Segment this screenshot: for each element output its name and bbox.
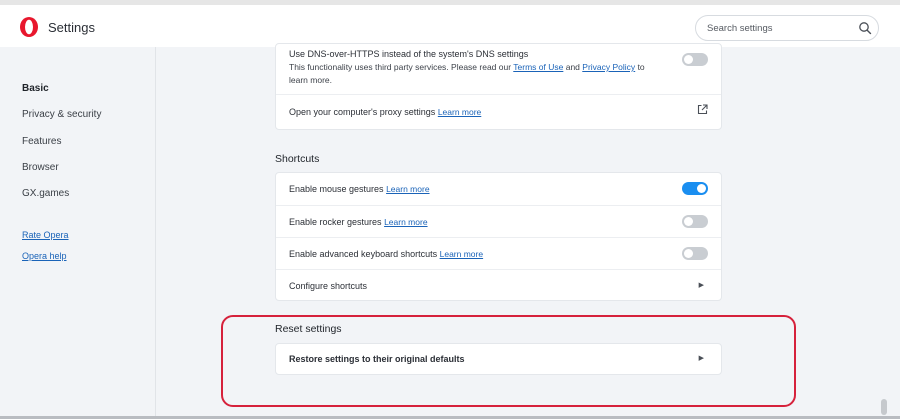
keyboard-shortcuts-text: Enable advanced keyboard shortcuts (289, 249, 438, 259)
rate-opera-link[interactable]: Rate Opera (22, 230, 69, 240)
rocker-gestures-learn-more-link[interactable]: Learn more (384, 217, 427, 227)
dns-over-https-toggle[interactable] (682, 53, 708, 66)
proxy-label: Open your computer's proxy settings Lear… (289, 107, 481, 117)
chevron-right-icon[interactable]: ▶ (699, 281, 704, 289)
dns-title: Use DNS-over-HTTPS instead of the system… (289, 49, 529, 59)
sidebar-item-privacy-security[interactable]: Privacy & security (22, 109, 101, 120)
search-input[interactable] (707, 21, 847, 35)
terms-of-use-link[interactable]: Terms of Use (513, 62, 563, 72)
toggle-knob (697, 184, 706, 193)
configure-shortcuts-label: Configure shortcuts (289, 281, 368, 291)
toggle-knob (684, 217, 693, 226)
mouse-gestures-label: Enable mouse gestures Learn more (289, 184, 430, 194)
keyboard-shortcuts-label: Enable advanced keyboard shortcuts Learn… (289, 249, 483, 259)
sidebar-item-gx-games[interactable]: GX.games (22, 188, 69, 199)
network-card: Use DNS-over-HTTPS instead of the system… (275, 43, 722, 130)
search-box[interactable] (695, 15, 879, 41)
proxy-label-text: Open your computer's proxy settings (289, 107, 436, 117)
rocker-gestures-label: Enable rocker gestures Learn more (289, 217, 428, 227)
sidebar-item-features[interactable]: Features (22, 136, 61, 147)
toggle-knob (684, 249, 693, 258)
shortcuts-section-title: Shortcuts (275, 153, 320, 165)
mouse-gestures-toggle[interactable] (682, 182, 708, 195)
search-icon[interactable] (858, 21, 872, 35)
highlight-annotation (221, 315, 796, 407)
keyboard-shortcuts-toggle[interactable] (682, 247, 708, 260)
configure-shortcuts-row[interactable]: Configure shortcuts ▶ (276, 269, 721, 301)
toggle-knob (684, 55, 693, 64)
sidebar-item-basic[interactable]: Basic (22, 83, 49, 94)
mouse-gestures-text: Enable mouse gestures (289, 184, 384, 194)
dns-row: Use DNS-over-HTTPS instead of the system… (276, 44, 721, 94)
keyboard-shortcuts-learn-more-link[interactable]: Learn more (440, 249, 483, 259)
sidebar-item-browser[interactable]: Browser (22, 162, 59, 173)
top-bar: Settings (0, 0, 900, 47)
rocker-gestures-row: Enable rocker gestures Learn more (276, 205, 721, 237)
mouse-gestures-row: Enable mouse gestures Learn more (276, 173, 721, 205)
opera-logo-icon (20, 17, 38, 37)
sidebar: Basic Privacy & security Features Browse… (0, 47, 156, 419)
keyboard-shortcuts-row: Enable advanced keyboard shortcuts Learn… (276, 237, 721, 269)
dns-learn-more-text: learn more. (289, 75, 332, 85)
rocker-gestures-toggle[interactable] (682, 215, 708, 228)
dns-to-text: to (637, 62, 645, 72)
rocker-gestures-text: Enable rocker gestures (289, 217, 382, 227)
main-content: Use DNS-over-HTTPS instead of the system… (157, 43, 900, 419)
dns-description: This functionality uses third party serv… (289, 61, 659, 87)
mouse-gestures-learn-more-link[interactable]: Learn more (386, 184, 429, 194)
opera-help-link[interactable]: Opera help (22, 251, 67, 261)
scrollbar-thumb[interactable] (881, 399, 887, 415)
shortcuts-card: Enable mouse gestures Learn more Enable … (275, 172, 722, 301)
dns-desc-text: This functionality uses third party serv… (289, 62, 512, 72)
privacy-policy-link[interactable]: Privacy Policy (582, 62, 635, 72)
dns-and-text: and (565, 62, 580, 72)
external-link-icon[interactable] (697, 104, 708, 115)
proxy-row[interactable]: Open your computer's proxy settings Lear… (276, 94, 721, 129)
page-title: Settings (48, 20, 95, 35)
proxy-learn-more-link[interactable]: Learn more (438, 107, 481, 117)
